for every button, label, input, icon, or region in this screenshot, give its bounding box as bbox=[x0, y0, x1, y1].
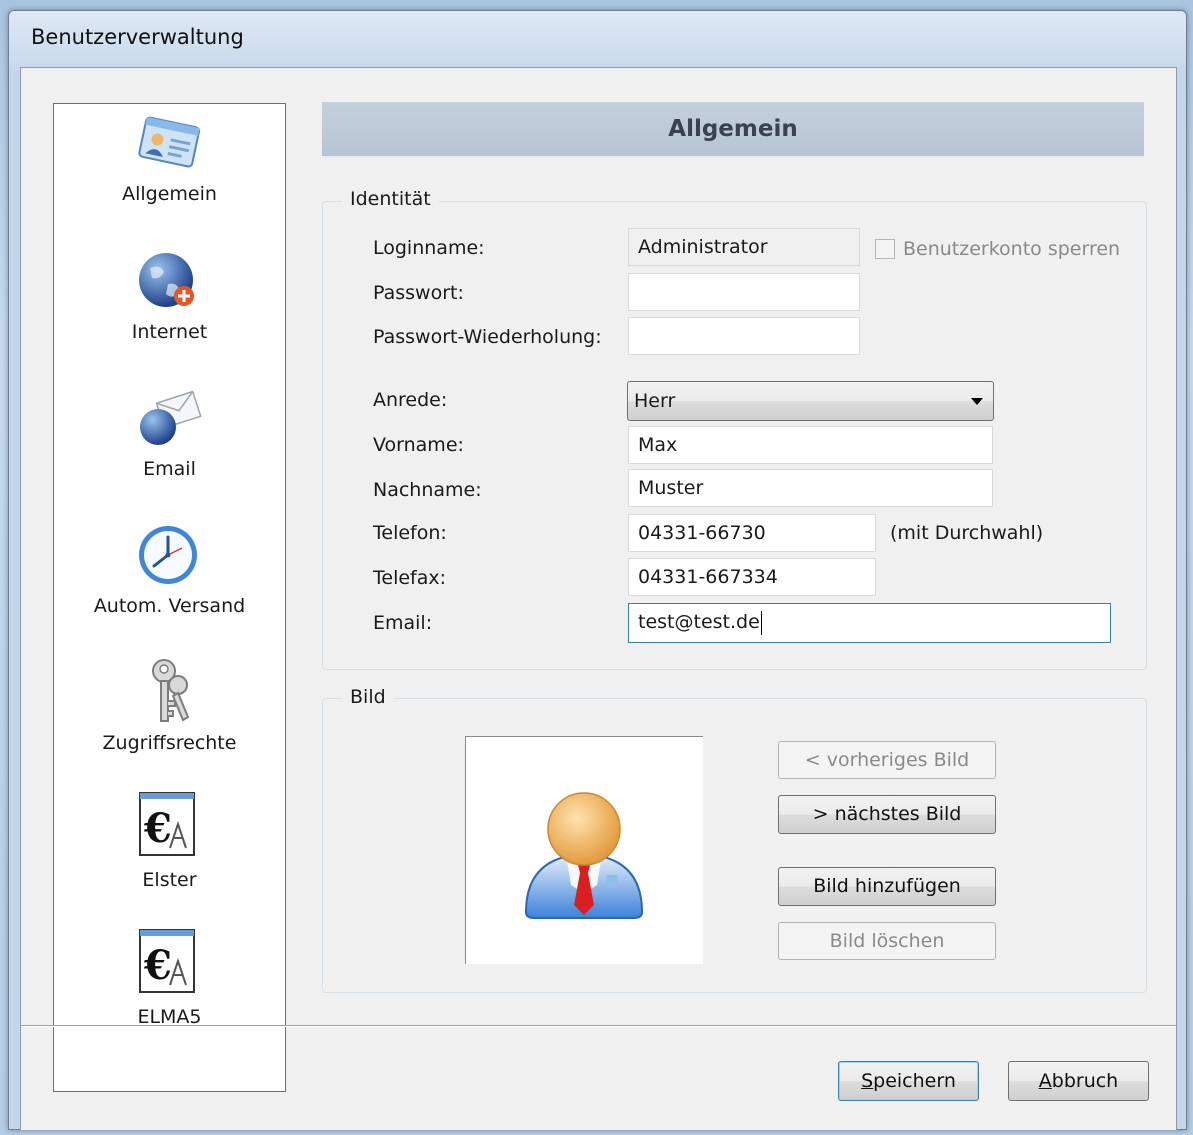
sidebar-item-zugriffsrechte[interactable]: Zugriffsrechte bbox=[54, 655, 285, 775]
password-label: Passwort: bbox=[373, 282, 464, 304]
save-button[interactable]: Speichern bbox=[838, 1061, 979, 1101]
email-label: Email: bbox=[373, 612, 433, 634]
footer-divider bbox=[21, 1025, 1176, 1027]
picture-group bbox=[322, 698, 1147, 993]
sidebar-item-internet[interactable]: Internet bbox=[54, 244, 285, 364]
svg-text:€: € bbox=[143, 805, 172, 852]
lock-account-checkbox[interactable]: Benutzerkonto sperren bbox=[875, 238, 1120, 260]
password-repeat-field[interactable] bbox=[628, 317, 860, 355]
sidebar-item-label: Autom. Versand bbox=[93, 595, 246, 617]
user-avatar-icon bbox=[524, 792, 644, 919]
sidebar-item-label: Allgemein bbox=[122, 183, 217, 205]
save-button-label: peichern bbox=[873, 1070, 956, 1092]
fax-field[interactable]: 04331-667334 bbox=[628, 558, 876, 596]
sidebar-item-allgemein[interactable]: Allgemein bbox=[54, 106, 285, 226]
previous-picture-button[interactable]: < vorheriges Bild bbox=[778, 741, 996, 779]
identity-group-title: Identität bbox=[342, 188, 439, 210]
lastname-field[interactable]: Muster bbox=[628, 469, 993, 507]
lock-account-label: Benutzerkonto sperren bbox=[903, 238, 1121, 260]
window-title: Benutzerverwaltung bbox=[31, 25, 244, 49]
svg-text:€: € bbox=[143, 942, 172, 989]
keys-icon bbox=[152, 659, 190, 722]
cancel-button-accelerator: A bbox=[1038, 1070, 1052, 1092]
fax-label: Telefax: bbox=[373, 567, 447, 589]
elster-document-icon: € bbox=[139, 792, 195, 856]
sidebar-item-label: Email bbox=[143, 458, 196, 480]
save-button-accelerator: S bbox=[861, 1070, 874, 1092]
dialog-window: Benutzerverwaltung Allgemein Internet Em… bbox=[8, 10, 1187, 1130]
phone-label: Telefon: bbox=[373, 522, 447, 544]
sidebar-item-elma5[interactable]: € ELMA5 bbox=[54, 929, 285, 1049]
phone-field[interactable]: 04331-66730 bbox=[628, 514, 876, 552]
section-header: Allgemein bbox=[322, 102, 1144, 158]
salutation-select[interactable]: Herr bbox=[627, 381, 994, 421]
sidebar-item-email[interactable]: Email bbox=[54, 381, 285, 501]
picture-preview bbox=[465, 736, 703, 964]
clock-icon bbox=[139, 526, 197, 584]
sidebar-item-elster[interactable]: € Elster bbox=[54, 792, 285, 912]
checkbox-box[interactable] bbox=[875, 239, 895, 259]
lastname-label: Nachname: bbox=[373, 479, 482, 501]
password-repeat-label: Passwort-Wiederholung: bbox=[373, 326, 602, 348]
login-label: Loginname: bbox=[373, 237, 485, 259]
sidebar-item-label: Internet bbox=[131, 321, 208, 343]
text-caret bbox=[760, 610, 762, 635]
picture-group-title: Bild bbox=[342, 686, 394, 708]
next-picture-button[interactable]: > nächstes Bild bbox=[778, 795, 996, 834]
login-field[interactable]: Administrator bbox=[628, 228, 860, 266]
email-globe-icon bbox=[140, 390, 202, 445]
email-field[interactable]: test@test.de bbox=[628, 603, 1111, 643]
contact-card-icon bbox=[138, 116, 201, 168]
sidebar-item-autom-versand[interactable]: Autom. Versand bbox=[54, 518, 285, 638]
firstname-field[interactable]: Max bbox=[628, 426, 993, 464]
cancel-button[interactable]: Abbruch bbox=[1008, 1061, 1149, 1101]
globe-icon bbox=[139, 253, 194, 307]
password-field[interactable] bbox=[628, 273, 860, 311]
phone-hint: (mit Durchwahl) bbox=[890, 522, 1044, 544]
salutation-label: Anrede: bbox=[373, 389, 448, 411]
cancel-button-label: bbruch bbox=[1051, 1070, 1119, 1092]
firstname-label: Vorname: bbox=[373, 434, 464, 456]
elma5-document-icon: € bbox=[139, 929, 195, 993]
salutation-value: Herr bbox=[634, 390, 676, 412]
chevron-down-icon[interactable] bbox=[971, 398, 983, 405]
email-value: test@test.de bbox=[638, 611, 760, 633]
sidebar-item-label: Zugriffsrechte bbox=[102, 732, 237, 754]
category-sidebar: Allgemein Internet Email Autom. Versand … bbox=[53, 103, 286, 1092]
dialog-client-area: Allgemein Internet Email Autom. Versand … bbox=[20, 67, 1177, 1130]
section-title: Allgemein bbox=[668, 116, 798, 142]
add-picture-button[interactable]: Bild hinzufügen bbox=[778, 867, 996, 906]
delete-picture-button[interactable]: Bild löschen bbox=[778, 922, 996, 960]
sidebar-item-label: Elster bbox=[142, 869, 197, 891]
title-bar[interactable]: Benutzerverwaltung bbox=[9, 11, 1186, 66]
